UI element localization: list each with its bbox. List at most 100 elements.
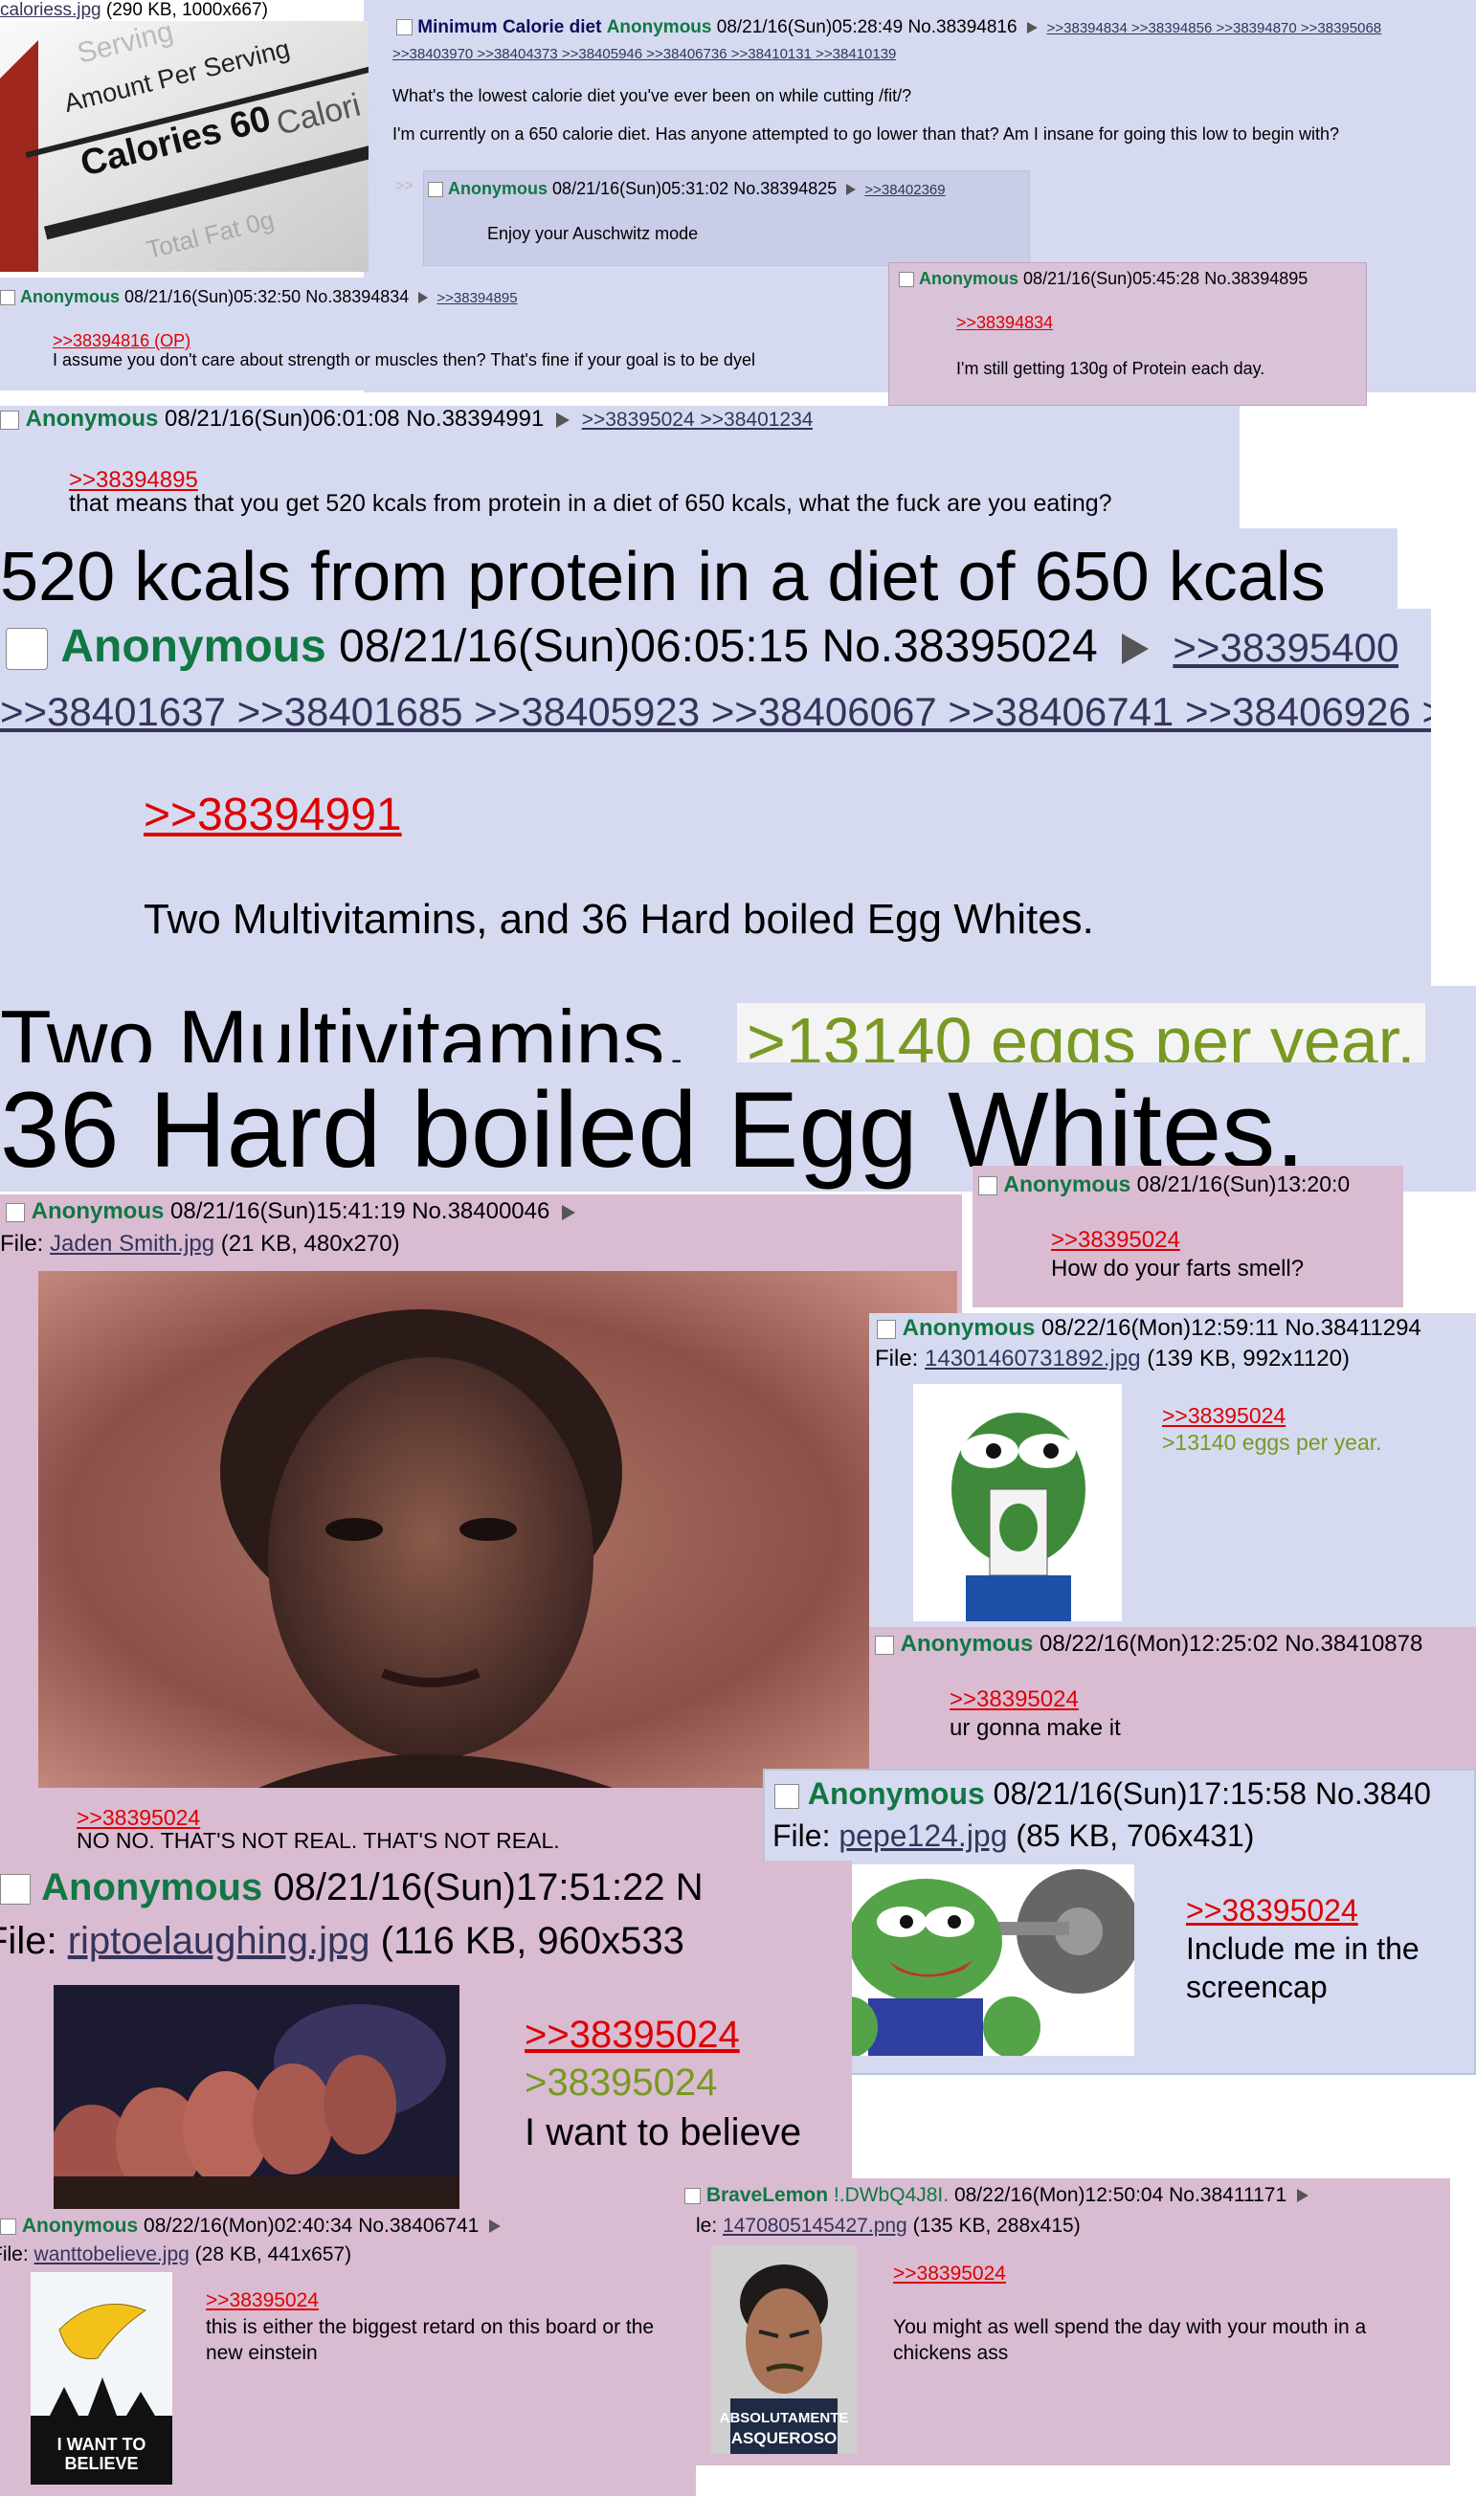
reply-name: Anonymous bbox=[21, 2215, 139, 2237]
reply-menu-arrow-icon[interactable] bbox=[562, 1204, 576, 1220]
reply-name: Anonymous bbox=[448, 179, 548, 198]
reply-backlinks[interactable]: >>38395400 bbox=[1173, 625, 1398, 670]
reply-checkbox[interactable] bbox=[428, 182, 443, 198]
reply-name: Anonymous bbox=[902, 1315, 1036, 1341]
reply-quote-link[interactable]: >>38394991 bbox=[144, 789, 402, 841]
reply-checkbox[interactable] bbox=[0, 1874, 31, 1906]
reply-farts: Anonymous 08/21/16(Sun)13:20:0 >>3839502… bbox=[973, 1166, 1403, 1307]
laughing-image[interactable] bbox=[54, 1985, 459, 2211]
reply-quote-link[interactable]: >>38395024 bbox=[1162, 1403, 1286, 1429]
op-checkbox[interactable] bbox=[396, 19, 413, 36]
reply-checkbox[interactable] bbox=[6, 1202, 25, 1222]
file-link[interactable]: 1470805145427.png bbox=[723, 2215, 907, 2237]
reply-checkbox[interactable] bbox=[0, 2218, 16, 2235]
reply-number[interactable]: No.38411294 bbox=[1285, 1315, 1420, 1341]
reply-number[interactable]: No.38394825 bbox=[733, 179, 837, 198]
banana-poster-image[interactable]: I WANT TO BELIEVE bbox=[31, 2272, 172, 2485]
reply-quote-link[interactable]: >>38394816 (OP) bbox=[53, 331, 190, 351]
reply-quote-link[interactable]: >>38395024 bbox=[1186, 1893, 1358, 1929]
reply-number[interactable]: No.38394991 bbox=[406, 406, 544, 432]
reply-38395024: Anonymous 08/21/16(Sun)06:05:15 No.38395… bbox=[0, 609, 1431, 1011]
reply-menu-arrow-icon[interactable] bbox=[556, 412, 570, 428]
reply-backlinks-row2[interactable]: >>38401637 >>38401685 >>38405923 >>38406… bbox=[0, 689, 1431, 735]
reply-body: ur gonna make it bbox=[950, 1715, 1121, 1741]
reply-quote-link[interactable]: >>38395024 bbox=[525, 2014, 740, 2057]
jaden-portrait-image[interactable] bbox=[38, 1271, 957, 1788]
reply-quote-link[interactable]: >>38395024 bbox=[206, 2289, 319, 2312]
reply-38394895-header: Anonymous 08/21/16(Sun)05:45:28 No.38394… bbox=[899, 269, 1308, 289]
reply-body: this is either the biggest retard on thi… bbox=[206, 2316, 655, 2364]
reply-number[interactable]: No.38406741 bbox=[358, 2215, 479, 2237]
reply-datetime: 08/21/16(Sun)06:05:15 bbox=[339, 621, 810, 672]
file-link[interactable]: riptoelaughing.jpg bbox=[68, 1920, 370, 1962]
reply-menu-arrow-icon[interactable] bbox=[845, 184, 856, 196]
reply-menu-arrow-icon[interactable] bbox=[489, 2219, 502, 2234]
op-backlinks[interactable]: >>38394834 >>38394856 >>38394870 >>38395… bbox=[1047, 20, 1382, 36]
reply-quote-link[interactable]: >>38395024 bbox=[77, 1805, 200, 1831]
op-file-link[interactable]: caloriess.jpg bbox=[0, 0, 101, 20]
reply-arrows: >> bbox=[395, 178, 414, 194]
pepe-weights-image[interactable] bbox=[820, 1864, 1134, 2056]
reply-number[interactable]: No.38411171 bbox=[1169, 2184, 1286, 2206]
reply-pepe124: Anonymous 08/21/16(Sun)17:15:58 No.3840 … bbox=[763, 1769, 1476, 2075]
reply-file-info: File: 14301460731892.jpg (139 KB, 992x11… bbox=[875, 1346, 1350, 1372]
portrait-tattoo-art bbox=[38, 1271, 957, 1788]
reply-38394825-header: Anonymous 08/21/16(Sun)05:31:02 No.38394… bbox=[428, 179, 946, 199]
reply-checkbox[interactable] bbox=[774, 1783, 799, 1809]
reply-body: that means that you get 520 kcals from p… bbox=[69, 490, 1112, 517]
op-image[interactable]: Serving Amount Per Serving Calories 60 C… bbox=[0, 21, 369, 272]
file-link[interactable]: wanttobelieve.jpg bbox=[34, 2243, 190, 2265]
reply-number[interactable]: No.38395024 bbox=[821, 621, 1097, 672]
reply-number[interactable]: No.38400046 bbox=[412, 1198, 549, 1224]
reply-jaden-header: Anonymous 08/21/16(Sun)15:41:19 No.38400… bbox=[6, 1198, 581, 1225]
file-link[interactable]: pepe124.jpg bbox=[839, 1818, 1007, 1853]
op-backlinks-row2[interactable]: >>38403970 >>38404373 >>38405946 >>38406… bbox=[392, 46, 896, 62]
reply-backlink[interactable]: >>38394895 bbox=[436, 290, 517, 306]
reply-checkbox[interactable] bbox=[875, 1635, 894, 1655]
op-body-line2: I'm currently on a 650 calorie diet. Has… bbox=[392, 124, 1340, 144]
file-prefix: File: bbox=[772, 1818, 831, 1853]
reply-checkbox[interactable] bbox=[0, 410, 19, 430]
reply-checkbox[interactable] bbox=[877, 1319, 896, 1339]
reply-backlink[interactable]: >>38402369 bbox=[864, 182, 945, 198]
reply-38394991: Anonymous 08/21/16(Sun)06:01:08 No.38394… bbox=[0, 406, 1240, 528]
reply-body: Two Multivitamins, and 36 Hard boiled Eg… bbox=[144, 896, 1094, 943]
reply-pepehood: Anonymous 08/22/16(Mon)12:59:11 No.38411… bbox=[869, 1313, 1476, 1629]
reply-number[interactable]: No.38394895 bbox=[1204, 269, 1308, 288]
reply-menu-arrow-icon[interactable] bbox=[1122, 634, 1150, 665]
reply-quote-link[interactable]: >>38395024 bbox=[893, 2263, 1006, 2286]
reply-datetime: 08/21/16(Sun)05:31:02 bbox=[552, 179, 729, 198]
reply-menu-arrow-icon[interactable] bbox=[417, 292, 428, 304]
file-size: (21 KB, 480x270) bbox=[220, 1231, 400, 1257]
op-menu-arrow-icon[interactable] bbox=[1026, 21, 1038, 33]
reply-quote-link[interactable]: >>38394834 bbox=[956, 313, 1053, 333]
reply-checkbox[interactable] bbox=[684, 2187, 701, 2204]
reply-name: Anonymous bbox=[919, 269, 1019, 288]
reply-datetime: 08/21/16(Sun)05:32:50 bbox=[124, 287, 302, 306]
pepe-hood-image[interactable] bbox=[913, 1384, 1122, 1621]
reply-quote-link[interactable]: >>38395024 bbox=[1051, 1227, 1180, 1254]
reply-checkbox[interactable] bbox=[0, 290, 15, 306]
reply-name: Anonymous bbox=[31, 1198, 165, 1224]
reply-number[interactable]: N bbox=[676, 1866, 704, 1908]
file-link[interactable]: 14301460731892.jpg bbox=[925, 1346, 1141, 1372]
reply-number[interactable]: No.3840 bbox=[1315, 1776, 1431, 1811]
reply-checkbox[interactable] bbox=[6, 628, 48, 671]
reply-name: BraveLemon bbox=[705, 2184, 829, 2206]
reply-checkbox[interactable] bbox=[978, 1175, 997, 1195]
file-size: (139 KB, 992x1120) bbox=[1147, 1346, 1350, 1372]
file-link[interactable]: Jaden Smith.jpg bbox=[50, 1231, 214, 1257]
reply-checkbox[interactable] bbox=[899, 272, 914, 288]
reply-file-info: File: riptoelaughing.jpg (116 KB, 960x53… bbox=[0, 1920, 760, 1963]
reply-number[interactable]: No.38410878 bbox=[1285, 1631, 1422, 1657]
op-post-number[interactable]: No.38394816 bbox=[907, 17, 1017, 37]
reply-body-line1: Include me in the bbox=[1186, 1931, 1420, 1966]
reply-quote-link[interactable]: >>38395024 bbox=[950, 1686, 1079, 1713]
reply-menu-arrow-icon[interactable] bbox=[1297, 2189, 1309, 2203]
reply-file-info: File: wanttobelieve.jpg (28 KB, 441x657) bbox=[0, 2243, 351, 2266]
reply-backlinks[interactable]: >>38395024 >>38401234 bbox=[582, 409, 814, 431]
reply-datetime: 08/21/16(Sun)17:15:58 bbox=[993, 1776, 1308, 1811]
reply-number[interactable]: No.38394834 bbox=[305, 287, 409, 306]
disgusted-man-image[interactable]: ABSOLUTAMENTE ASQUEROSO bbox=[711, 2245, 857, 2454]
file-size: (85 KB, 706x431) bbox=[1016, 1818, 1255, 1853]
